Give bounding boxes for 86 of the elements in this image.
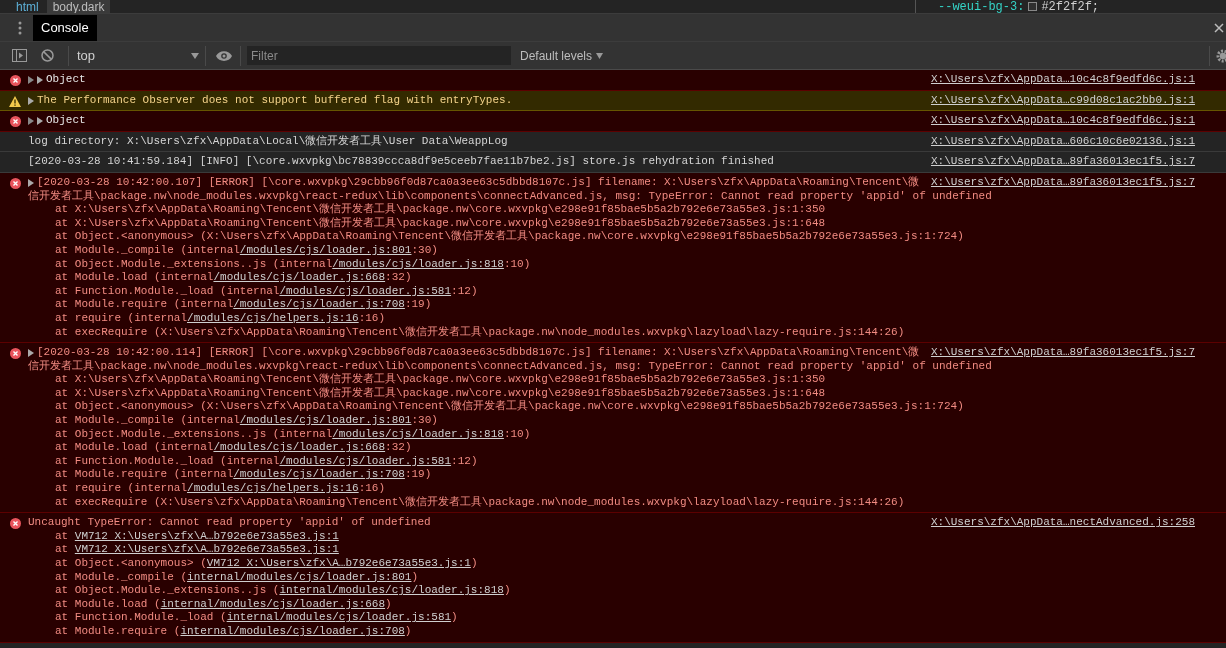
stack-line: at execRequire (X:\Users\zfx\AppData\Roaming\Tencent\微信开发者工具\package.nw\node_modules.wxvpkg\lazyload\lazy-require.js:144:26)	[54, 495, 906, 510]
settings-icon[interactable]	[1216, 48, 1226, 63]
stack-line: at VM712 X:\Users\zfx\A…b792e6e73a55e3.js:1	[54, 543, 340, 557]
stack-line: at X:\Users\zfx\AppData\Roaming\Tencent\微信开发者工具\package.nw\core.wxvpkg\e298e91f85bae5b5a2b792e6e73a55e3.js:1:648	[54, 216, 827, 230]
source-link[interactable]: X:\Users\zfx\AppData…89fa36013ec1f5.js:7	[930, 155, 1195, 169]
levels-dropdown[interactable]: Default levels	[520, 46, 604, 65]
source-link[interactable]: internal/modules/cjs/loader.js:581	[226, 611, 452, 624]
log-message: log directory: X:\Users\zfx\AppData\Local\微信开发者工具\User Data\WeappLog	[28, 134, 508, 147]
close-icon[interactable]	[1214, 22, 1224, 33]
log-message: [2020-03-28 10:42:00.114] [ERROR] [\core.wxvpkg\29cbb96f0d87ca0a3ee63c5dbbd8107c.js] filename: X:\Users\zfx\AppData\Roaming\Tencent\微	[37, 346, 920, 359]
breadcrumb-item[interactable]: body.dark	[46, 0, 111, 13]
source-link[interactable]: /modules/cjs/helpers.js:16	[187, 311, 359, 324]
source-link[interactable]: /modules/cjs/loader.js:818	[332, 257, 504, 270]
expand-triangle-icon[interactable]	[28, 178, 34, 187]
stack-line: at Module.require (internal/modules/cjs/loader.js:708:19)	[54, 468, 433, 483]
caret-icon	[191, 52, 199, 59]
stack-line: at Object.Module._extensions..js (internal/modules/cjs/loader.js:818:10)	[54, 427, 532, 442]
stack-line: at Function.Module._load (internal/modules/cjs/loader.js:581)	[54, 611, 459, 625]
eye-icon[interactable]	[216, 50, 232, 61]
source-link[interactable]: /modules/cjs/loader.js:581	[279, 454, 452, 467]
source-link[interactable]: /modules/cjs/loader.js:668	[213, 271, 386, 284]
stack-line: at Object.<anonymous> (X:\Users\zfx\AppData\Roaming\Tencent\微信开发者工具\package.nw\core.wxvpkg\e298e91f85bae5b5a2b792e6e73a55e3.js:1:724)	[54, 230, 965, 244]
source-link[interactable]: internal/modules/cjs/loader.js:668	[160, 597, 386, 610]
stack-line: at X:\Users\zfx\AppData\Roaming\Tencent\微信开发者工具\package.nw\core.wxvpkg\e298e91f85bae5b5a2b792e6e73a55e3.js:1:350	[54, 373, 827, 387]
log-message: [2020-03-28 10:42:00.107] [ERROR] [\core.wxvpkg\29cbb96f0d87ca0a3ee63c5dbbd8107c.js] filename: X:\Users\zfx\AppData\Roaming\Tencent\微	[37, 175, 920, 188]
expand-triangle-icon[interactable]	[28, 96, 34, 105]
log-message-continuation: 信开发者工具\package.nw\node_modules.wxvpkg\react-redux\lib\components\connectAdvanced.js, msg: TypeError: Cannot read property 'appid' of undefined	[28, 359, 993, 373]
color-swatch[interactable]	[1028, 2, 1038, 11]
log-message: [2020-03-28 10:41:59.184] [INFO] [\core.wxvpkg\bc78839ccca8df9e5ceeb7fae11b7be2.js] store.js rehydration finished	[28, 155, 774, 168]
source-link[interactable]: X:\Users\zfx\AppData…606c10c6e02136.js:1	[930, 134, 1195, 149]
sidebar-toggle-icon[interactable]	[12, 49, 27, 62]
stack-line: at VM712 X:\Users\zfx\A…b792e6e73a55e3.js:1	[54, 529, 340, 544]
stack-line: at Object.<anonymous> (VM712 X:\Users\zfx\A…b792e6e73a55e3.js:1)	[54, 557, 479, 571]
css-value: #2f2f2f;	[1041, 0, 1100, 13]
stack-line: at Object.<anonymous> (X:\Users\zfx\AppData\Roaming\Tencent\微信开发者工具\package.nw\core.wxvpkg\e298e91f85bae5b5a2b792e6e73a55e3.js:1:724)	[54, 400, 965, 415]
log-message: Object	[46, 114, 86, 127]
console-tab[interactable]: Console	[33, 14, 97, 41]
stack-line: at Module.load (internal/modules/cjs/loader.js:668)	[54, 597, 393, 612]
stack-line: at Module._compile (internal/modules/cjs/loader.js:801)	[54, 570, 420, 585]
clear-console-icon[interactable]	[41, 49, 54, 62]
more-options-icon[interactable]	[18, 20, 22, 35]
stack-line: at Module._compile (internal/modules/cjs/loader.js:801:30)	[54, 243, 439, 258]
source-link[interactable]: /modules/cjs/loader.js:708	[233, 298, 405, 311]
source-link[interactable]: X:\Users\zfx\AppData…c99d08c1ac2bb0.js:1	[930, 93, 1195, 108]
stack-line: at execRequire (X:\Users\zfx\AppData\Roaming\Tencent\微信开发者工具\package.nw\node_modules.wxvpkg\lazyload\lazy-require.js:144:26)	[54, 325, 906, 340]
stack-line: at Function.Module._load (internal/modules/cjs/loader.js:581:12)	[54, 284, 479, 299]
source-link[interactable]: /modules/cjs/loader.js:818	[332, 427, 504, 440]
stack-line: at Object.Module._extensions..js (internal/modules/cjs/loader.js:818:10)	[54, 257, 532, 272]
source-link[interactable]: /modules/cjs/loader.js:581	[279, 284, 452, 297]
source-link[interactable]: /modules/cjs/helpers.js:16	[187, 482, 359, 495]
source-link[interactable]: VM712 X:\Users\zfx\A…b792e6e73a55e3.js:1	[74, 529, 339, 542]
stack-line: at Object.Module._extensions..js (internal/modules/cjs/loader.js:818)	[54, 584, 512, 598]
stack-line: at require (internal/modules/cjs/helpers.js:16:16)	[54, 311, 387, 326]
source-link[interactable]: X:\Users\zfx\AppData…10c4c8f9edfd6c.js:1	[930, 114, 1195, 128]
source-link[interactable]: VM712 X:\Users\zfx\A…b792e6e73a55e3.js:1	[74, 543, 339, 556]
source-link[interactable]: VM712 X:\Users\zfx\A…b792e6e73a55e3.js:1	[206, 557, 471, 569]
stack-line: at X:\Users\zfx\AppData\Roaming\Tencent\微信开发者工具\package.nw\core.wxvpkg\e298e91f85bae5b5a2b792e6e73a55e3.js:1:350	[54, 203, 827, 217]
stack-line: at Function.Module._load (internal/modules/cjs/loader.js:581:12)	[54, 454, 479, 469]
stack-line: at require (internal/modules/cjs/helpers.js:16:16)	[54, 482, 387, 496]
stack-line: at Module.require (internal/modules/cjs/loader.js:708:19)	[54, 298, 433, 312]
source-link[interactable]: internal/modules/cjs/loader.js:801	[187, 570, 412, 583]
source-link[interactable]: internal/modules/cjs/loader.js:818	[279, 584, 504, 597]
source-link[interactable]: /modules/cjs/loader.js:801	[239, 243, 412, 256]
log-message: Uncaught TypeError: Cannot read property 'appid' of undefined	[28, 516, 431, 529]
context-select[interactable]: top	[69, 45, 205, 66]
source-link[interactable]: X:\Users\zfx\AppData…nectAdvanced.js:258	[930, 516, 1195, 530]
source-link[interactable]: X:\Users\zfx\AppData…89fa36013ec1f5.js:7	[930, 175, 1195, 190]
stack-line: at X:\Users\zfx\AppData\Roaming\Tencent\微信开发者工具\package.nw\core.wxvpkg\e298e91f85bae5b5a2b792e6e73a55e3.js:1:648	[54, 386, 827, 400]
expand-triangle-icon[interactable]	[28, 349, 34, 358]
filter-field[interactable]: Filter	[247, 46, 511, 65]
source-link[interactable]: /modules/cjs/loader.js:801	[239, 414, 412, 427]
stack-line: at Module.load (internal/modules/cjs/loader.js:668:32)	[54, 271, 413, 285]
css-property: --weui-bg-3:	[938, 0, 1025, 13]
caret-icon	[596, 52, 604, 59]
stack-line: at Module._compile (internal/modules/cjs/loader.js:801:30)	[54, 414, 439, 428]
stack-line: at Module.require (internal/modules/cjs/loader.js:708)	[54, 624, 413, 639]
log-message-continuation: 信开发者工具\package.nw\node_modules.wxvpkg\react-redux\lib\components\connectAdvanced.js, msg: TypeError: Cannot read property 'appid' of undefined	[28, 189, 993, 203]
log-message: The Performance Observer does not support buffered flag with entryTypes.	[37, 93, 513, 106]
source-link[interactable]: /modules/cjs/loader.js:708	[233, 468, 405, 481]
source-link[interactable]: X:\Users\zfx\AppData…10c4c8f9edfd6c.js:1	[930, 73, 1195, 87]
log-message: Object	[46, 73, 86, 85]
stack-line: at Module.load (internal/modules/cjs/loader.js:668:32)	[54, 441, 413, 455]
source-link[interactable]: X:\Users\zfx\AppData…89fa36013ec1f5.js:7	[930, 346, 1195, 360]
source-link[interactable]: /modules/cjs/loader.js:668	[213, 441, 386, 454]
breadcrumb-item[interactable]: html	[10, 0, 45, 13]
source-link[interactable]: internal/modules/cjs/loader.js:708	[180, 624, 405, 637]
